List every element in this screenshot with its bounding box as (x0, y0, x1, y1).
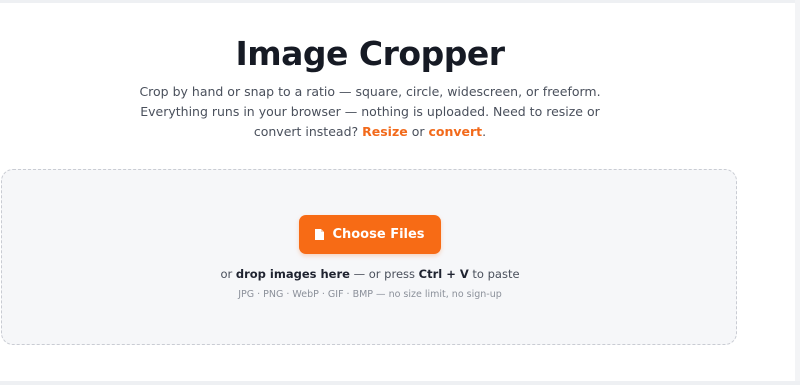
top-divider (0, 0, 800, 3)
hint-middle: — or press (353, 267, 416, 281)
hint-suffix: to paste (472, 267, 520, 281)
page-description: Crop by hand or snap to a ratio — square… (120, 82, 620, 142)
hint-shortcut: Ctrl + V (418, 267, 469, 281)
page: Image Cropper Crop by hand or snap to a … (0, 0, 800, 385)
or-text: or (411, 124, 425, 139)
file-icon (315, 229, 325, 240)
resize-link[interactable]: Resize (362, 124, 408, 139)
page-title: Image Cropper (235, 34, 506, 73)
choose-files-button[interactable]: Choose Files (299, 215, 441, 254)
drop-hint: or drop images here — or press Ctrl + V … (2, 267, 738, 281)
supported-formats: JPG · PNG · WebP · GIF · BMP — no size l… (238, 289, 502, 300)
hint-prefix: or (220, 267, 233, 281)
hint-drop: drop images here (235, 267, 350, 281)
bottom-divider (0, 381, 800, 385)
convert-link[interactable]: convert (428, 124, 482, 139)
choose-files-label: Choose Files (332, 227, 425, 242)
file-dropzone[interactable]: Choose Files or drop images here — or pr… (1, 169, 737, 345)
description-line-2: Everything runs in your browser — nothin… (140, 104, 600, 119)
period-text: . (482, 124, 487, 139)
scrollbar-track[interactable] (795, 0, 800, 385)
description-line-3: convert instead? (253, 124, 359, 139)
description-line-1: Crop by hand or snap to a ratio — square… (139, 84, 601, 99)
